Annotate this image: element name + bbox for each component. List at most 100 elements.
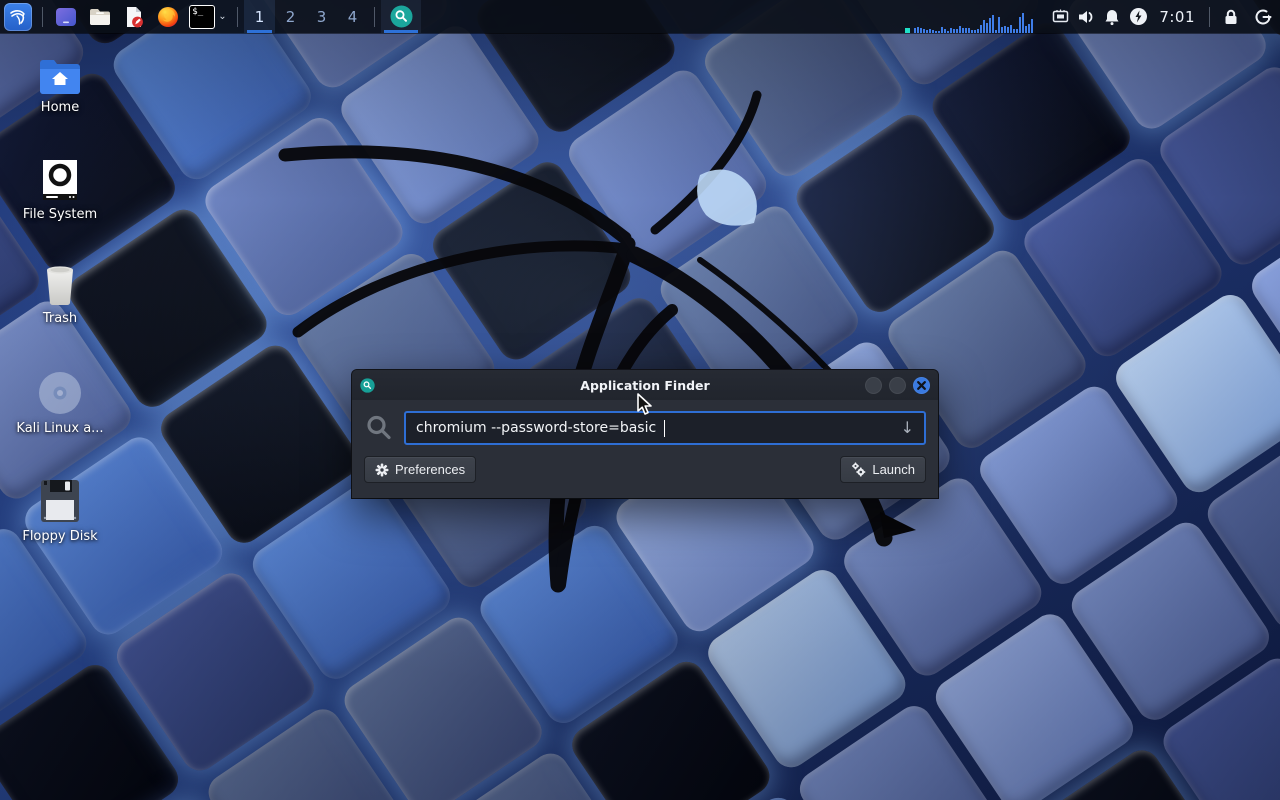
- cpu-bar: [968, 28, 970, 33]
- applications-menu-button[interactable]: [0, 0, 36, 33]
- cpu-bar: [929, 29, 931, 33]
- cpu-bar: [1007, 27, 1009, 33]
- cpu-bar: [992, 15, 994, 33]
- launcher-show-desktop[interactable]: [49, 0, 83, 33]
- drive-icon: [40, 158, 80, 202]
- cpu-bar: [920, 28, 922, 33]
- workspace-label: 1: [255, 8, 265, 26]
- text-caret: [664, 420, 665, 437]
- desktop-icon-home[interactable]: Home: [12, 57, 108, 115]
- launcher-text-editor[interactable]: [117, 0, 151, 33]
- chevron-down-icon: ⌄: [218, 11, 226, 22]
- desktop-icon-label: File System: [23, 207, 97, 222]
- cpu-bar: [1016, 29, 1018, 33]
- cpu-bar: [989, 18, 991, 33]
- cpu-bar: [938, 31, 940, 33]
- workspace-button-3[interactable]: 3: [306, 0, 337, 33]
- cpu-bar: [956, 29, 958, 33]
- power-manager-icon[interactable]: [1125, 0, 1151, 33]
- cpu-bar: [1001, 27, 1003, 33]
- cpu-bar: [959, 26, 961, 33]
- cpu-bar: [923, 29, 925, 33]
- logout-icon[interactable]: [1246, 0, 1280, 33]
- close-icon: [917, 381, 926, 390]
- cpu-bar: [950, 28, 952, 33]
- taskbar-application-finder[interactable]: [381, 0, 421, 33]
- workspace-button-4[interactable]: 4: [337, 0, 368, 33]
- maximize-button[interactable]: [889, 377, 906, 394]
- close-button[interactable]: [913, 377, 930, 394]
- gear-icon: [375, 463, 389, 477]
- desktop-screen: $_ ⌄ 1 2 3 4: [0, 0, 1280, 800]
- cpu-bar: [926, 30, 928, 33]
- launch-label: Launch: [872, 462, 915, 477]
- top-panel: $_ ⌄ 1 2 3 4: [0, 0, 1280, 33]
- cpu-bar: [1031, 19, 1033, 33]
- window-title: Application Finder: [352, 378, 938, 393]
- launcher-firefox[interactable]: [151, 0, 185, 33]
- floppy-icon: [39, 478, 81, 524]
- lock-icon[interactable]: [1216, 0, 1246, 33]
- firefox-icon: [156, 5, 180, 29]
- workspace-label: 3: [317, 8, 327, 26]
- launcher-file-manager[interactable]: [83, 0, 117, 33]
- panel-separator: [1209, 7, 1210, 27]
- panel-separator: [42, 7, 43, 27]
- trash-icon: [40, 262, 80, 306]
- desktop-icon-kali-linux[interactable]: Kali Linux a...: [12, 370, 108, 436]
- window-icon: [54, 5, 78, 29]
- cpu-bar: [1022, 13, 1024, 33]
- minimize-button[interactable]: [865, 377, 882, 394]
- cpu-bar: [1010, 25, 1012, 33]
- preferences-label: Preferences: [395, 462, 465, 477]
- launcher-terminal[interactable]: $_ ⌄: [185, 0, 231, 33]
- notifications-icon[interactable]: [1099, 0, 1125, 33]
- terminal-icon: $_: [189, 5, 215, 29]
- workspace-label: 2: [286, 8, 296, 26]
- cpu-bar: [1019, 17, 1021, 33]
- desktop-icon-label: Trash: [43, 311, 77, 326]
- desktop-icon-trash[interactable]: Trash: [12, 262, 108, 326]
- mouse-cursor: [636, 393, 654, 417]
- panel-separator: [237, 7, 238, 27]
- desktop-icon-label: Floppy Disk: [22, 529, 97, 544]
- workspace-button-1[interactable]: 1: [244, 0, 275, 33]
- cpu-bar: [1028, 24, 1030, 33]
- cpu-bar: [977, 29, 979, 33]
- document-edit-icon: [122, 5, 146, 29]
- command-input[interactable]: chromium --password-store=basic ↓: [404, 411, 926, 445]
- dropdown-arrow-icon[interactable]: ↓: [901, 420, 914, 436]
- cpu-bar: [941, 27, 943, 33]
- workspace-button-2[interactable]: 2: [275, 0, 306, 33]
- cpu-bar: [932, 30, 934, 33]
- cpu-bar: [1013, 29, 1015, 33]
- volume-icon[interactable]: [1073, 0, 1099, 33]
- cpu-bar: [980, 25, 982, 33]
- cpu-graph[interactable]: [905, 9, 1037, 33]
- cpu-bar: [1004, 26, 1006, 33]
- network-icon[interactable]: [1047, 0, 1073, 33]
- panel-separator: [374, 7, 375, 27]
- run-gears-icon: [851, 462, 866, 477]
- active-window-indicator: [384, 30, 418, 33]
- cpu-bar: [953, 29, 955, 33]
- cpu-bar: [962, 28, 964, 33]
- cpu-bar: [947, 31, 949, 33]
- command-text: chromium --password-store=basic: [416, 420, 661, 436]
- cpu-bar: [1025, 26, 1027, 33]
- kali-menu-icon: [4, 3, 32, 31]
- preferences-button[interactable]: Preferences: [364, 456, 476, 483]
- desktop-icon-file-system[interactable]: File System: [12, 158, 108, 222]
- launch-button[interactable]: Launch: [840, 456, 926, 483]
- desktop-icon-floppy-disk[interactable]: Floppy Disk: [12, 478, 108, 544]
- desktop-icon-label: Kali Linux a...: [16, 421, 103, 436]
- clock[interactable]: 7:01: [1151, 8, 1203, 26]
- cpu-bar: [914, 28, 916, 33]
- application-finder-window: Application Finder chromium --password-: [352, 370, 938, 498]
- active-workspace-indicator: [247, 30, 272, 33]
- cpu-bar: [944, 29, 946, 33]
- cpu-bar: [965, 28, 967, 33]
- desktop-icon-label: Home: [41, 100, 79, 115]
- workspace-label: 4: [348, 8, 358, 26]
- app-finder-icon: [390, 5, 413, 28]
